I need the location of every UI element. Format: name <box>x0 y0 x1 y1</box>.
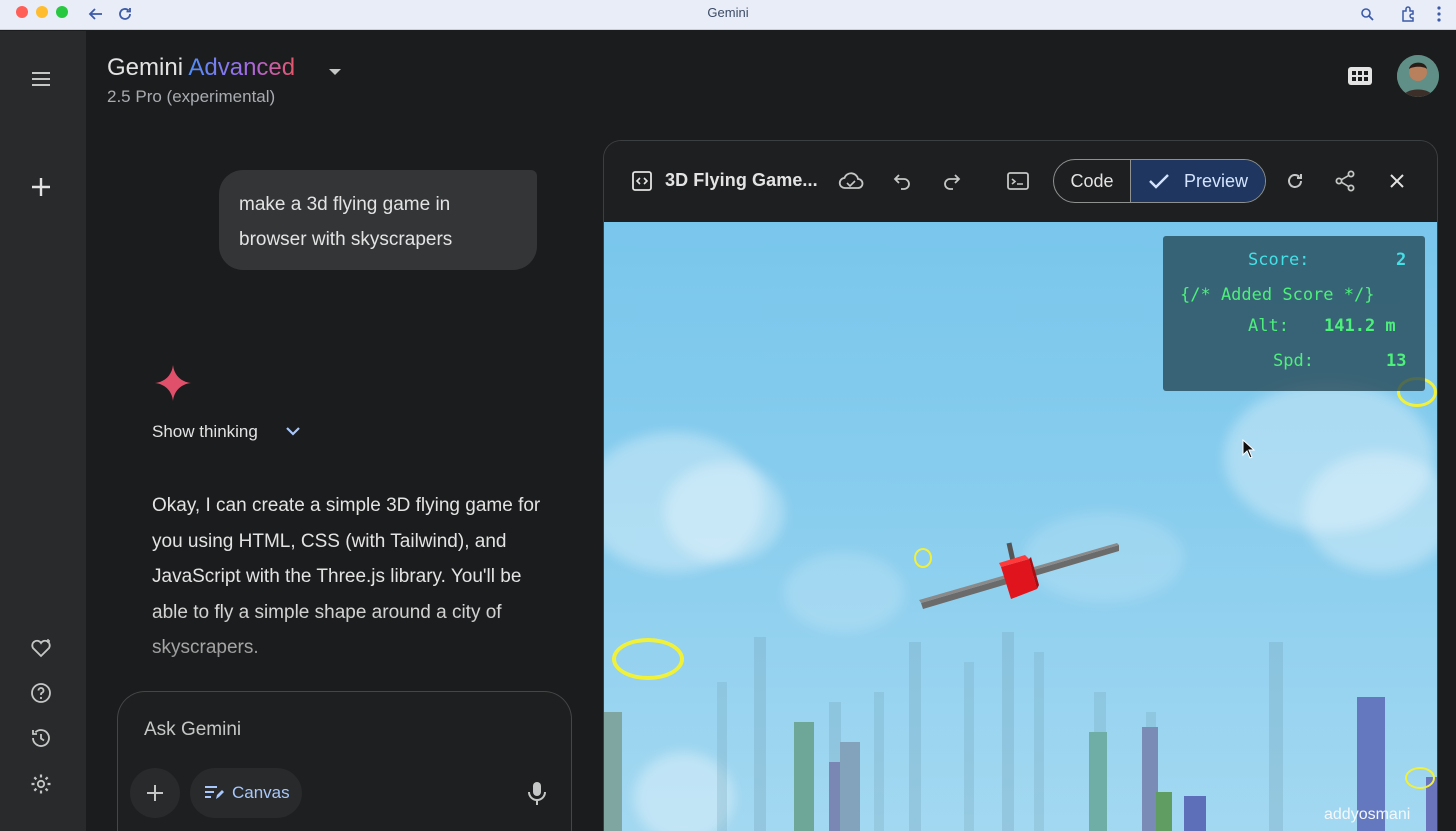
check-icon <box>1149 174 1169 189</box>
new-chat-icon[interactable] <box>25 171 57 203</box>
canvas-button[interactable]: Canvas <box>190 768 302 818</box>
canvas-toolbar: 3D Flying Game... Code Preview <box>604 141 1437 222</box>
view-toggle: Code Preview <box>1053 159 1266 203</box>
hud-spd-value: 13 <box>1386 351 1407 371</box>
activity-icon[interactable] <box>25 722 57 754</box>
avatar[interactable] <box>1397 55 1439 97</box>
hud-score-value: 2 <box>1396 250 1407 270</box>
skyscraper <box>1269 642 1283 831</box>
apps-icon[interactable] <box>1344 60 1376 92</box>
game-hud: Score: 2 {/* Added Score */} Alt: 141.2 … <box>1163 236 1425 391</box>
canvas-title[interactable]: 3D Flying Game... <box>665 170 818 191</box>
add-attachment-button[interactable] <box>130 768 180 818</box>
canvas-panel: 3D Flying Game... Code Preview Score: 2 … <box>603 140 1438 831</box>
gemini-spark-icon <box>154 364 192 402</box>
zoom-icon[interactable] <box>1356 3 1378 25</box>
chevron-down-icon[interactable] <box>285 424 301 436</box>
menu-icon[interactable] <box>25 63 57 95</box>
show-thinking-toggle[interactable]: Show thinking <box>152 422 258 442</box>
extensions-icon[interactable] <box>1398 3 1420 25</box>
console-icon[interactable] <box>1005 168 1031 194</box>
watermark: addyosmani <box>1324 806 1411 823</box>
model-menu-chevron-icon[interactable] <box>328 64 342 75</box>
skyscraper <box>794 722 814 831</box>
skyscraper <box>604 712 622 831</box>
skyscraper <box>909 642 921 831</box>
canvas-label: Canvas <box>232 783 290 802</box>
browser-title: Gemini <box>707 5 749 20</box>
hud-spd-label: Spd: <box>1273 351 1314 371</box>
brand-name: Gemini <box>107 54 184 81</box>
code-file-icon <box>629 168 655 194</box>
mouse-cursor-icon <box>1242 439 1256 459</box>
cloud-save-icon[interactable] <box>838 168 864 194</box>
skyscraper <box>840 742 860 831</box>
prompt-box[interactable]: Ask Gemini Canvas <box>117 691 572 831</box>
help-icon[interactable] <box>25 677 57 709</box>
target-ring <box>1405 767 1435 789</box>
prompt-input-placeholder[interactable]: Ask Gemini <box>144 719 241 741</box>
settings-icon[interactable] <box>25 768 57 800</box>
user-message-bubble: make a 3d flying game in browser with sk… <box>219 170 537 270</box>
refresh-icon[interactable] <box>1282 168 1308 194</box>
game-preview[interactable]: Score: 2 {/* Added Score */} Alt: 141.2 … <box>604 222 1437 831</box>
skyscraper <box>874 692 884 831</box>
browser-toolbar: Gemini <box>0 0 1456 30</box>
skyscraper <box>1184 796 1206 831</box>
canvas-icon <box>205 786 224 799</box>
hud-alt-value: 141.2 m <box>1324 316 1396 336</box>
cloud <box>1304 452 1437 572</box>
skyscraper <box>754 637 766 831</box>
hud-score-label: Score: <box>1248 250 1310 270</box>
target-ring <box>612 638 684 680</box>
skyscraper <box>1002 632 1014 831</box>
cloud <box>664 462 784 562</box>
redo-icon[interactable] <box>939 168 965 194</box>
tab-preview-label: Preview <box>1183 170 1249 191</box>
skyscraper <box>1089 732 1107 831</box>
undo-icon[interactable] <box>889 168 915 194</box>
reply-fade-overlay <box>100 600 590 680</box>
share-icon[interactable] <box>1332 168 1358 194</box>
skyscraper <box>1034 652 1044 831</box>
tab-code[interactable]: Code <box>1054 160 1131 202</box>
plus-icon <box>147 785 163 801</box>
skyscraper <box>964 662 974 831</box>
skyscraper <box>717 682 727 831</box>
player-plane <box>919 542 1119 609</box>
model-name: 2.5 Pro (experimental) <box>107 87 276 106</box>
microphone-icon[interactable] <box>526 780 548 806</box>
cloud <box>784 552 904 632</box>
more-vert-icon[interactable] <box>1428 3 1450 25</box>
tab-preview[interactable]: Preview <box>1131 160 1265 202</box>
close-icon[interactable] <box>1384 168 1410 194</box>
app-title[interactable]: Gemini Advanced <box>107 54 295 82</box>
hud-alt-label: Alt: <box>1248 316 1289 336</box>
skyscraper <box>1156 792 1172 831</box>
hud-comment: {/* Added Score */} <box>1180 285 1375 305</box>
side-rail <box>0 31 86 831</box>
gems-icon[interactable] <box>25 632 57 664</box>
brand-tier: Advanced <box>188 54 296 81</box>
